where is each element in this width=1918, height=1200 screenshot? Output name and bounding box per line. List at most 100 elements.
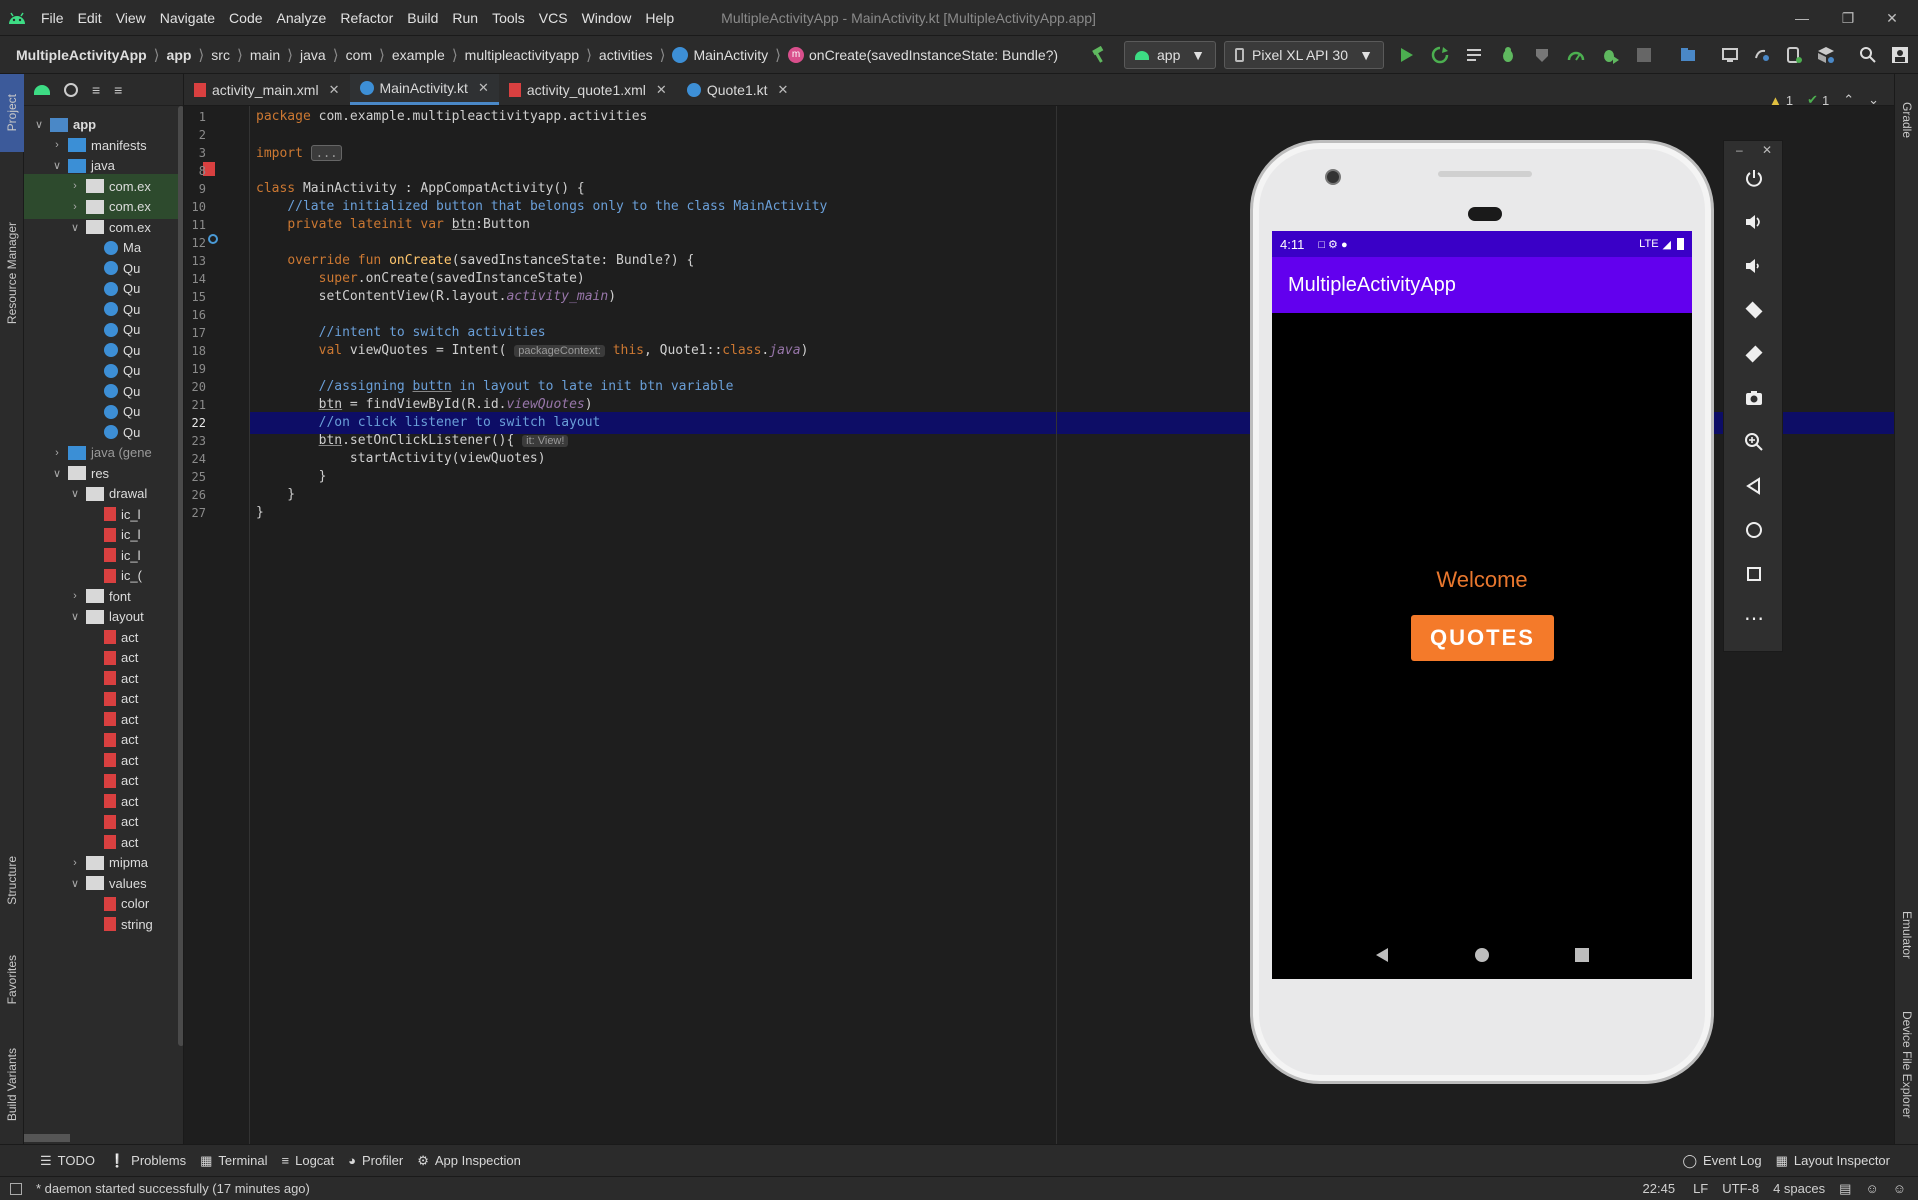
- minimize-emulator-icon[interactable]: –: [1736, 143, 1743, 157]
- tab-activity-quote1-xml[interactable]: activity_quote1.xml ✕: [499, 74, 677, 105]
- breadcrumb-com[interactable]: com: [346, 47, 372, 63]
- tab-activity-main-xml[interactable]: activity_main.xml ✕: [184, 74, 350, 105]
- breadcrumb-java[interactable]: java: [300, 47, 326, 63]
- stop-icon[interactable]: [1630, 41, 1658, 69]
- home-nav-icon[interactable]: [1474, 947, 1490, 963]
- rotate-right-icon[interactable]: [1739, 339, 1769, 369]
- coverage-icon[interactable]: [1528, 41, 1556, 69]
- breadcrumb-project[interactable]: MultipleActivityApp: [16, 47, 147, 63]
- code-line[interactable]: import ...: [256, 142, 343, 164]
- volume-down-icon[interactable]: [1739, 251, 1769, 281]
- android-view-icon[interactable]: [34, 84, 50, 95]
- more-options-icon[interactable]: ⋯: [1739, 603, 1769, 633]
- tab-mainactivity-kt[interactable]: MainActivity.kt ✕: [349, 74, 499, 105]
- code-line[interactable]: private lateinit var btn:Button: [256, 214, 530, 236]
- menu-navigate[interactable]: Navigate: [153, 10, 222, 26]
- chevron-down-icon[interactable]: ∨: [68, 221, 82, 234]
- todo-tool-button[interactable]: ☰ TODO: [40, 1153, 95, 1169]
- menu-build[interactable]: Build: [400, 10, 445, 26]
- chevron-right-icon[interactable]: ›: [68, 201, 82, 213]
- apply-changes-icon[interactable]: [1426, 41, 1454, 69]
- sync-gradle-icon[interactable]: [1748, 41, 1776, 69]
- menu-refactor[interactable]: Refactor: [333, 10, 400, 26]
- breadcrumb-package[interactable]: multipleactivityapp: [465, 47, 579, 63]
- device-manager-icon[interactable]: [1716, 41, 1744, 69]
- quotes-button[interactable]: QUOTES: [1411, 615, 1554, 661]
- emulator-tool-tab[interactable]: Emulator: [1895, 890, 1918, 980]
- terminal-tool-button[interactable]: ▦ Terminal: [200, 1153, 267, 1169]
- menu-run[interactable]: Run: [445, 10, 485, 26]
- menu-view[interactable]: View: [109, 10, 153, 26]
- profile-icon[interactable]: [1562, 41, 1590, 69]
- chevron-right-icon[interactable]: ›: [68, 180, 82, 192]
- chevron-down-icon[interactable]: ⌄: [1868, 92, 1879, 108]
- breadcrumb-app[interactable]: app: [167, 47, 192, 63]
- breadcrumb-src[interactable]: src: [211, 47, 230, 63]
- code-line[interactable]: }: [256, 502, 264, 524]
- options-icon[interactable]: ≡: [114, 82, 122, 98]
- back-nav-icon[interactable]: [1374, 947, 1390, 963]
- menu-tools[interactable]: Tools: [485, 10, 532, 26]
- profiler-tool-button[interactable]: ◕ Profiler: [348, 1153, 403, 1168]
- close-tab-icon[interactable]: ✕: [656, 82, 667, 98]
- event-log-tool-button[interactable]: ◯ Event Log: [1682, 1153, 1761, 1169]
- sdk-manager-icon[interactable]: [1812, 41, 1840, 69]
- menu-help[interactable]: Help: [638, 10, 681, 26]
- chevron-down-icon[interactable]: ∨: [68, 610, 82, 623]
- status-message[interactable]: * daemon started successfully (17 minute…: [36, 1181, 310, 1196]
- debug-bug-icon[interactable]: [1494, 41, 1522, 69]
- problems-tool-button[interactable]: ❕ Problems: [109, 1153, 186, 1169]
- run-play-icon[interactable]: [1392, 41, 1420, 69]
- chevron-right-icon[interactable]: ›: [50, 447, 64, 459]
- logcat-tool-button[interactable]: ≡ Logcat: [282, 1153, 335, 1168]
- menu-edit[interactable]: Edit: [71, 10, 109, 26]
- resource-manager-tool-tab[interactable]: Resource Manager: [0, 166, 24, 380]
- smiley-feedback-icon[interactable]: ☺: [1865, 1181, 1878, 1196]
- overview-button-icon[interactable]: [1739, 559, 1769, 589]
- minimize-button[interactable]: —: [1776, 0, 1828, 36]
- close-tab-icon[interactable]: ✕: [778, 82, 789, 98]
- inspection-widget[interactable]: ▲ 1 ✔ 1 ⌃ ⌄: [1769, 92, 1879, 108]
- menu-file[interactable]: File: [34, 10, 71, 26]
- locate-target-icon[interactable]: [64, 82, 78, 97]
- menu-analyze[interactable]: Analyze: [270, 10, 334, 26]
- collapse-all-icon[interactable]: ≡: [92, 82, 100, 98]
- close-window-button[interactable]: ✕: [1866, 0, 1918, 36]
- emulator-screen[interactable]: 4:11 □ ⚙ ● LTE ◢ MultipleActivityApp Wel…: [1272, 231, 1692, 979]
- chevron-down-icon[interactable]: ∨: [32, 118, 46, 131]
- rotate-left-icon[interactable]: [1739, 295, 1769, 325]
- breadcrumb-mainactivity[interactable]: MainActivity: [693, 47, 768, 63]
- code-line[interactable]: val viewQuotes = Intent( packageContext:…: [256, 340, 809, 362]
- structure-tool-tab[interactable]: Structure: [0, 830, 24, 930]
- menu-code[interactable]: Code: [222, 10, 269, 26]
- layout-inspector-tool-button[interactable]: ▦ Layout Inspector: [1776, 1153, 1890, 1169]
- menu-vcs[interactable]: VCS: [532, 10, 575, 26]
- chevron-down-icon[interactable]: ∨: [50, 159, 64, 172]
- menu-window[interactable]: Window: [575, 10, 639, 26]
- gradle-tool-tab[interactable]: Gradle: [1895, 80, 1918, 160]
- power-icon[interactable]: [1739, 163, 1769, 193]
- notifications-icon[interactable]: ☺: [1893, 1181, 1906, 1196]
- build-variants-tool-tab[interactable]: Build Variants: [0, 1030, 24, 1140]
- device-dropdown[interactable]: Pixel XL API 30 ▼: [1224, 41, 1384, 69]
- code-line[interactable]: package com.example.multipleactivityapp.…: [256, 106, 647, 128]
- line-separator[interactable]: LF: [1693, 1181, 1708, 1196]
- project-structure-icon[interactable]: [1674, 41, 1702, 69]
- make-project-hammer-icon[interactable]: [1085, 41, 1113, 69]
- file-encoding[interactable]: UTF-8: [1722, 1181, 1759, 1196]
- project-tool-tab[interactable]: Project: [0, 74, 24, 152]
- horizontal-scrollbar[interactable]: [24, 1134, 70, 1142]
- zoom-icon[interactable]: [1739, 427, 1769, 457]
- volume-up-icon[interactable]: [1739, 207, 1769, 237]
- close-tab-icon[interactable]: ✕: [478, 80, 489, 96]
- recents-nav-icon[interactable]: [1574, 947, 1590, 963]
- home-button-icon[interactable]: [1739, 515, 1769, 545]
- breadcrumb-oncreate[interactable]: onCreate(savedInstanceState: Bundle?): [809, 47, 1058, 63]
- account-icon[interactable]: [1886, 41, 1914, 69]
- chevron-right-icon[interactable]: ›: [50, 139, 64, 151]
- toggle-tool-windows-icon[interactable]: [10, 1182, 22, 1195]
- caret-position[interactable]: 22:45: [1643, 1181, 1676, 1196]
- attach-debugger-icon[interactable]: [1596, 41, 1624, 69]
- chevron-down-icon[interactable]: ∨: [50, 467, 64, 480]
- indent-setting[interactable]: 4 spaces: [1773, 1181, 1825, 1196]
